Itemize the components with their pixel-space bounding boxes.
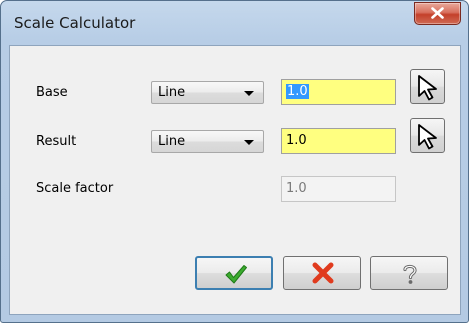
result-value-text: 1.0 (286, 133, 307, 148)
window-title: Scale Calculator (14, 14, 136, 32)
dialog-client-area: Base Line 1.0 Result Line 1.0 Scale fact… (9, 45, 461, 315)
base-label: Base (36, 85, 68, 100)
ok-button[interactable] (195, 256, 273, 290)
base-type-value: Line (158, 85, 186, 100)
result-value-field[interactable]: 1.0 (281, 128, 396, 154)
scale-factor-label: Scale factor (36, 181, 114, 196)
checkmark-icon (225, 265, 247, 284)
chevron-down-icon (244, 140, 254, 145)
result-type-value: Line (158, 134, 186, 149)
pointer-arrow-icon (418, 124, 437, 150)
base-value-field[interactable]: 1.0 (281, 79, 396, 105)
question-mark-icon (403, 264, 417, 284)
close-icon (431, 7, 444, 19)
red-x-icon (312, 262, 334, 284)
result-type-dropdown[interactable]: Line (151, 130, 264, 153)
cancel-button[interactable] (283, 256, 361, 290)
base-pick-button[interactable] (410, 69, 445, 104)
scale-factor-field: 1.0 (281, 176, 396, 202)
result-label: Result (36, 134, 77, 149)
result-pick-button[interactable] (410, 118, 445, 153)
pointer-arrow-icon (418, 75, 437, 101)
base-type-dropdown[interactable]: Line (151, 81, 264, 104)
chevron-down-icon (244, 91, 254, 96)
title-bar[interactable]: Scale Calculator (1, 1, 468, 45)
close-button[interactable] (414, 2, 461, 25)
base-value-text: 1.0 (286, 84, 309, 99)
help-button[interactable] (370, 256, 448, 290)
scale-calculator-window: Scale Calculator Base Line 1.0 Result Li… (0, 0, 469, 323)
scale-factor-value: 1.0 (286, 181, 307, 196)
